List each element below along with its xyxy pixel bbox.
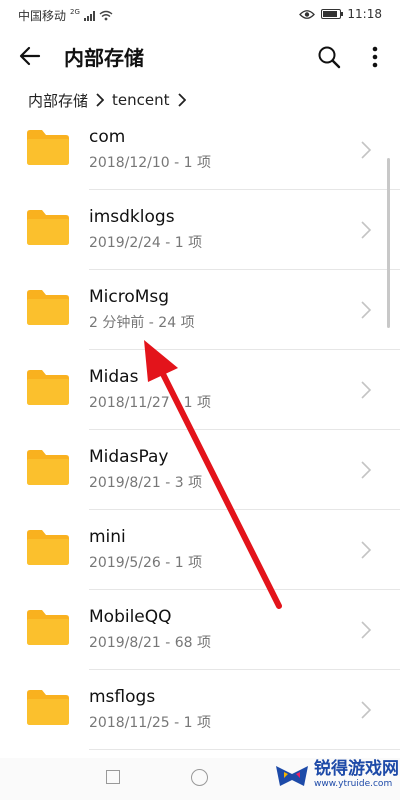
- chevron-right-icon: [96, 93, 105, 107]
- folder-icon: [27, 450, 69, 485]
- folder-row[interactable]: com 2018/12/10 - 1 项: [0, 110, 400, 190]
- folder-meta: 2019/2/24 - 1 项: [89, 235, 203, 251]
- folder-meta: 2019/8/21 - 3 项: [89, 475, 203, 491]
- folder-icon: [27, 210, 69, 245]
- folder-row[interactable]: MicroMsg 2 分钟前 - 24 项: [0, 270, 400, 350]
- chevron-right-icon: [361, 301, 372, 319]
- watermark: 锐得游戏网 www.ytruide.com: [274, 760, 399, 790]
- folder-row[interactable]: imsdklogs 2019/2/24 - 1 项: [0, 190, 400, 270]
- folder-row[interactable]: msflogs 2018/11/25 - 1 项: [0, 670, 400, 750]
- watermark-name: 锐得游戏网: [314, 759, 399, 779]
- folder-row[interactable]: mini 2019/5/26 - 1 项: [0, 510, 400, 590]
- folder-icon: [27, 530, 69, 565]
- battery-icon: [321, 9, 344, 19]
- status-left: 中国移动 2G: [18, 7, 113, 24]
- folder-meta: 2018/11/25 - 1 项: [89, 715, 212, 731]
- chevron-right-icon: [361, 701, 372, 719]
- app-bar: 内部存储: [0, 30, 400, 80]
- carrier-label: 中国移动: [18, 9, 67, 23]
- more-options-button[interactable]: [360, 40, 390, 74]
- more-vertical-icon: [372, 46, 378, 68]
- breadcrumb-item-internal-storage[interactable]: 内部存储: [28, 90, 88, 111]
- folder-name: MicroMsg: [89, 287, 170, 307]
- folder-meta: 2 分钟前 - 24 项: [89, 315, 195, 331]
- folder-meta: 2019/5/26 - 1 项: [89, 555, 203, 571]
- home-button[interactable]: [191, 769, 208, 786]
- clock: 11:18: [347, 7, 382, 21]
- folder-row[interactable]: MobileQQ 2019/8/21 - 68 项: [0, 590, 400, 670]
- folder-meta: 2018/12/10 - 1 项: [89, 155, 212, 171]
- folder-icon: [27, 370, 69, 405]
- folder-name: com: [89, 127, 126, 147]
- folder-name: Midas: [89, 367, 139, 387]
- search-button[interactable]: [312, 40, 346, 74]
- chevron-right-icon: [177, 93, 186, 107]
- folder-meta: 2018/11/27 - 1 项: [89, 395, 212, 411]
- arrow-left-icon: [19, 46, 41, 66]
- folder-icon: [27, 690, 69, 725]
- divider: [89, 749, 400, 750]
- search-icon: [318, 46, 341, 69]
- breadcrumb-item-tencent[interactable]: tencent: [112, 91, 169, 109]
- folder-icon: [27, 610, 69, 645]
- folder-name: MobileQQ: [89, 607, 172, 627]
- page-title: 内部存储: [64, 46, 144, 70]
- folder-name: imsdklogs: [89, 207, 175, 227]
- folder-name: msflogs: [89, 687, 156, 707]
- chevron-right-icon: [361, 221, 372, 239]
- recent-apps-button[interactable]: [106, 770, 120, 784]
- signal-icon: [83, 10, 95, 21]
- gamepad-logo-icon: [276, 766, 308, 786]
- wifi-icon: [99, 10, 113, 21]
- folder-meta: 2019/8/21 - 68 项: [89, 635, 212, 651]
- eye-icon: [299, 9, 316, 19]
- chevron-right-icon: [361, 541, 372, 559]
- chevron-right-icon: [361, 141, 372, 159]
- folder-icon: [27, 290, 69, 325]
- chevron-right-icon: [361, 461, 372, 479]
- folder-row[interactable]: Midas 2018/11/27 - 1 项: [0, 350, 400, 430]
- scrollbar[interactable]: [387, 158, 390, 328]
- watermark-url: www.ytruide.com: [314, 779, 393, 789]
- status-bar: 中国移动 2G 11:18: [0, 0, 400, 30]
- back-button[interactable]: [14, 40, 46, 72]
- chevron-right-icon: [361, 381, 372, 399]
- network-type: 2G: [70, 7, 80, 16]
- status-right: 11:18: [299, 7, 382, 21]
- folder-name: mini: [89, 527, 126, 547]
- breadcrumb: 内部存储 tencent: [28, 88, 186, 112]
- folder-row[interactable]: MidasPay 2019/8/21 - 3 项: [0, 430, 400, 510]
- chevron-right-icon: [361, 621, 372, 639]
- folder-icon: [27, 130, 69, 165]
- folder-list: com 2018/12/10 - 1 项 imsdklogs 2019/2/24 - …: [0, 110, 400, 750]
- folder-name: MidasPay: [89, 447, 169, 467]
